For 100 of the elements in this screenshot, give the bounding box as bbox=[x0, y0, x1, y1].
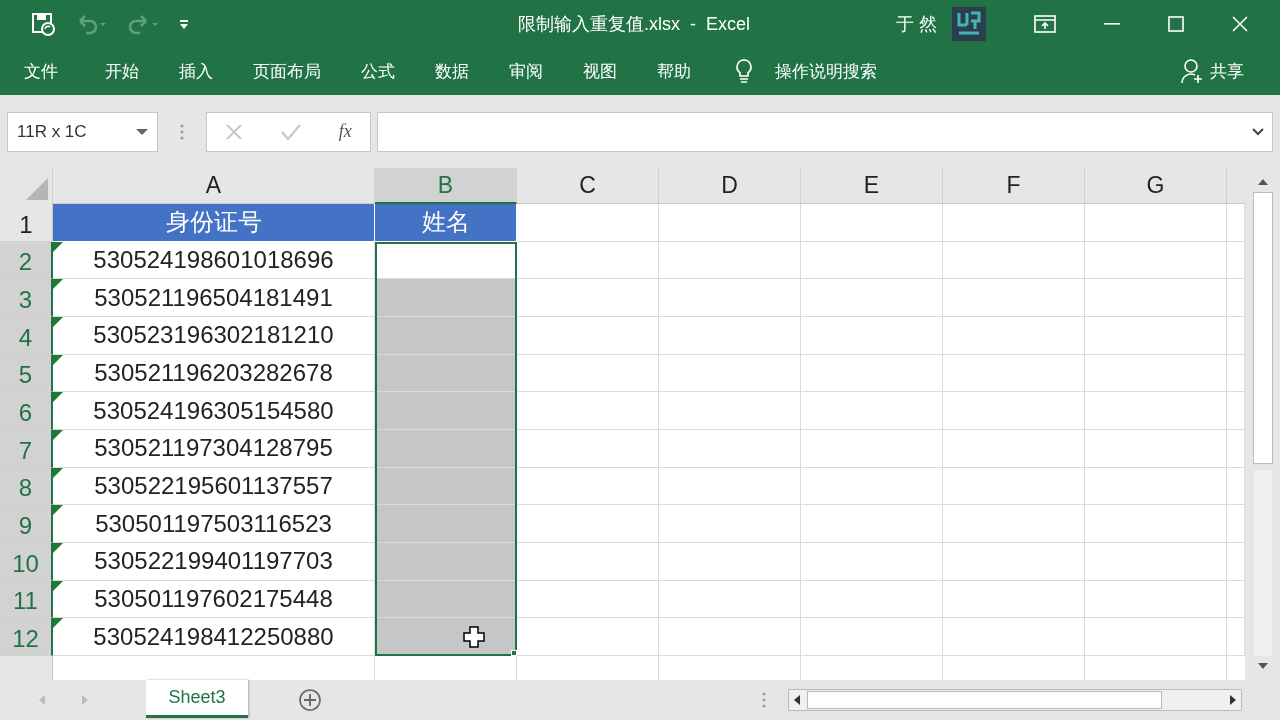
row-header[interactable]: 6 bbox=[0, 392, 53, 430]
ribbon-tab[interactable]: 页面布局 bbox=[253, 59, 321, 83]
grip-icon[interactable] bbox=[180, 123, 184, 140]
empty-cell[interactable] bbox=[1085, 542, 1227, 581]
tell-me-search[interactable]: 操作说明搜索 bbox=[735, 58, 877, 84]
empty-cell[interactable] bbox=[659, 542, 801, 581]
row-header[interactable]: 11 bbox=[0, 580, 53, 619]
close-icon[interactable] bbox=[1232, 15, 1248, 32]
save-icon[interactable] bbox=[30, 10, 56, 37]
empty-cell[interactable] bbox=[943, 204, 1085, 242]
empty-cell[interactable] bbox=[659, 392, 801, 430]
sheet-tab[interactable]: Sheet3 bbox=[146, 680, 248, 718]
row-header[interactable]: 7 bbox=[0, 429, 53, 468]
empty-cell[interactable] bbox=[659, 429, 801, 468]
empty-cell[interactable] bbox=[943, 392, 1085, 430]
ribbon-tab[interactable]: 文件 bbox=[24, 59, 58, 83]
empty-cell[interactable] bbox=[943, 316, 1085, 355]
empty-cell[interactable] bbox=[801, 467, 943, 506]
scroll-up-icon[interactable] bbox=[1257, 178, 1268, 186]
empty-cell[interactable] bbox=[659, 505, 801, 543]
add-sheet-icon[interactable] bbox=[298, 688, 322, 712]
row-header[interactable]: 5 bbox=[0, 354, 53, 393]
column-header[interactable]: B bbox=[375, 168, 517, 204]
empty-cell[interactable] bbox=[659, 354, 801, 393]
empty-cell[interactable] bbox=[1085, 316, 1227, 355]
row-header[interactable]: 12 bbox=[0, 618, 53, 656]
ribbon-tab[interactable]: 视图 bbox=[583, 59, 617, 83]
ribbon-tab[interactable]: 开始 bbox=[105, 59, 139, 83]
empty-cell[interactable] bbox=[1085, 505, 1227, 543]
scroll-left-icon[interactable] bbox=[793, 695, 801, 705]
scroll-right-icon[interactable] bbox=[1229, 695, 1237, 705]
redo-icon[interactable] bbox=[126, 12, 160, 35]
ribbon-tab[interactable]: 插入 bbox=[179, 59, 213, 83]
empty-cell[interactable] bbox=[659, 316, 801, 355]
empty-cell[interactable] bbox=[801, 204, 943, 242]
ribbon-tab[interactable]: 公式 bbox=[361, 59, 395, 83]
empty-cell[interactable] bbox=[943, 279, 1085, 317]
empty-cell[interactable] bbox=[659, 204, 801, 242]
cancel-icon[interactable] bbox=[225, 122, 244, 141]
empty-cell[interactable] bbox=[943, 505, 1085, 543]
column-header[interactable]: C bbox=[517, 168, 659, 204]
empty-cell[interactable] bbox=[801, 241, 943, 280]
scroll-down-icon[interactable] bbox=[1257, 662, 1268, 670]
name-box[interactable]: 11R x 1C bbox=[7, 111, 158, 152]
empty-cell[interactable] bbox=[943, 429, 1085, 468]
empty-cell[interactable] bbox=[1085, 204, 1227, 242]
empty-cell[interactable] bbox=[943, 580, 1085, 619]
row-header[interactable]: 9 bbox=[0, 505, 53, 543]
customize-icon[interactable] bbox=[178, 17, 190, 30]
empty-cell[interactable] bbox=[1085, 429, 1227, 468]
empty-cell[interactable] bbox=[1085, 618, 1227, 656]
fill-handle[interactable] bbox=[511, 650, 517, 657]
splitter-icon[interactable] bbox=[762, 692, 766, 708]
empty-cell[interactable] bbox=[943, 618, 1085, 656]
ribbon-display-icon[interactable] bbox=[1034, 14, 1056, 33]
empty-cell[interactable] bbox=[1085, 467, 1227, 506]
empty-cell[interactable] bbox=[659, 467, 801, 506]
ribbon-tab[interactable]: 数据 bbox=[435, 59, 469, 83]
empty-cell[interactable] bbox=[943, 241, 1085, 280]
row-header[interactable]: 8 bbox=[0, 467, 53, 506]
maximize-icon[interactable] bbox=[1168, 15, 1184, 32]
empty-cell[interactable] bbox=[1085, 354, 1227, 393]
empty-cell[interactable] bbox=[801, 505, 943, 543]
share-button[interactable]: 共享 bbox=[1180, 58, 1244, 84]
empty-cell[interactable] bbox=[801, 618, 943, 656]
empty-cell[interactable] bbox=[801, 580, 943, 619]
empty-cell[interactable] bbox=[801, 316, 943, 355]
empty-cell[interactable] bbox=[801, 279, 943, 317]
row-header[interactable]: 3 bbox=[0, 279, 53, 317]
horizontal-scrollbar[interactable] bbox=[788, 689, 1242, 711]
empty-cell[interactable] bbox=[801, 392, 943, 430]
column-header[interactable]: G bbox=[1085, 168, 1227, 204]
empty-cell[interactable] bbox=[1085, 580, 1227, 619]
empty-cell[interactable] bbox=[659, 580, 801, 619]
empty-cell[interactable] bbox=[801, 429, 943, 468]
row-header[interactable]: 4 bbox=[0, 316, 53, 355]
empty-cell[interactable] bbox=[1085, 392, 1227, 430]
empty-cell[interactable] bbox=[943, 542, 1085, 581]
previous-sheet-icon[interactable] bbox=[38, 695, 46, 705]
row-header[interactable]: 1 bbox=[0, 204, 53, 242]
empty-cell[interactable] bbox=[659, 279, 801, 317]
empty-cell[interactable] bbox=[801, 542, 943, 581]
ribbon-tab[interactable]: 审阅 bbox=[509, 59, 543, 83]
column-header[interactable]: E bbox=[801, 168, 943, 204]
row-header[interactable]: 2 bbox=[0, 241, 53, 280]
column-header[interactable]: D bbox=[659, 168, 801, 204]
next-sheet-icon[interactable] bbox=[81, 695, 89, 705]
empty-cell[interactable] bbox=[659, 618, 801, 656]
scroll-thumb[interactable] bbox=[807, 691, 1162, 709]
empty-cell[interactable] bbox=[659, 241, 801, 280]
empty-cell[interactable] bbox=[943, 354, 1085, 393]
formula-input[interactable] bbox=[377, 111, 1273, 152]
row-header[interactable]: 10 bbox=[0, 542, 53, 581]
insert-function-button[interactable]: fx bbox=[338, 121, 352, 142]
empty-cell[interactable] bbox=[801, 354, 943, 393]
scroll-thumb[interactable] bbox=[1252, 192, 1273, 464]
minimize-icon[interactable] bbox=[1104, 22, 1120, 25]
ribbon-tab[interactable]: 帮助 bbox=[657, 59, 691, 83]
empty-cell[interactable] bbox=[1085, 241, 1227, 280]
column-header[interactable]: F bbox=[943, 168, 1085, 204]
